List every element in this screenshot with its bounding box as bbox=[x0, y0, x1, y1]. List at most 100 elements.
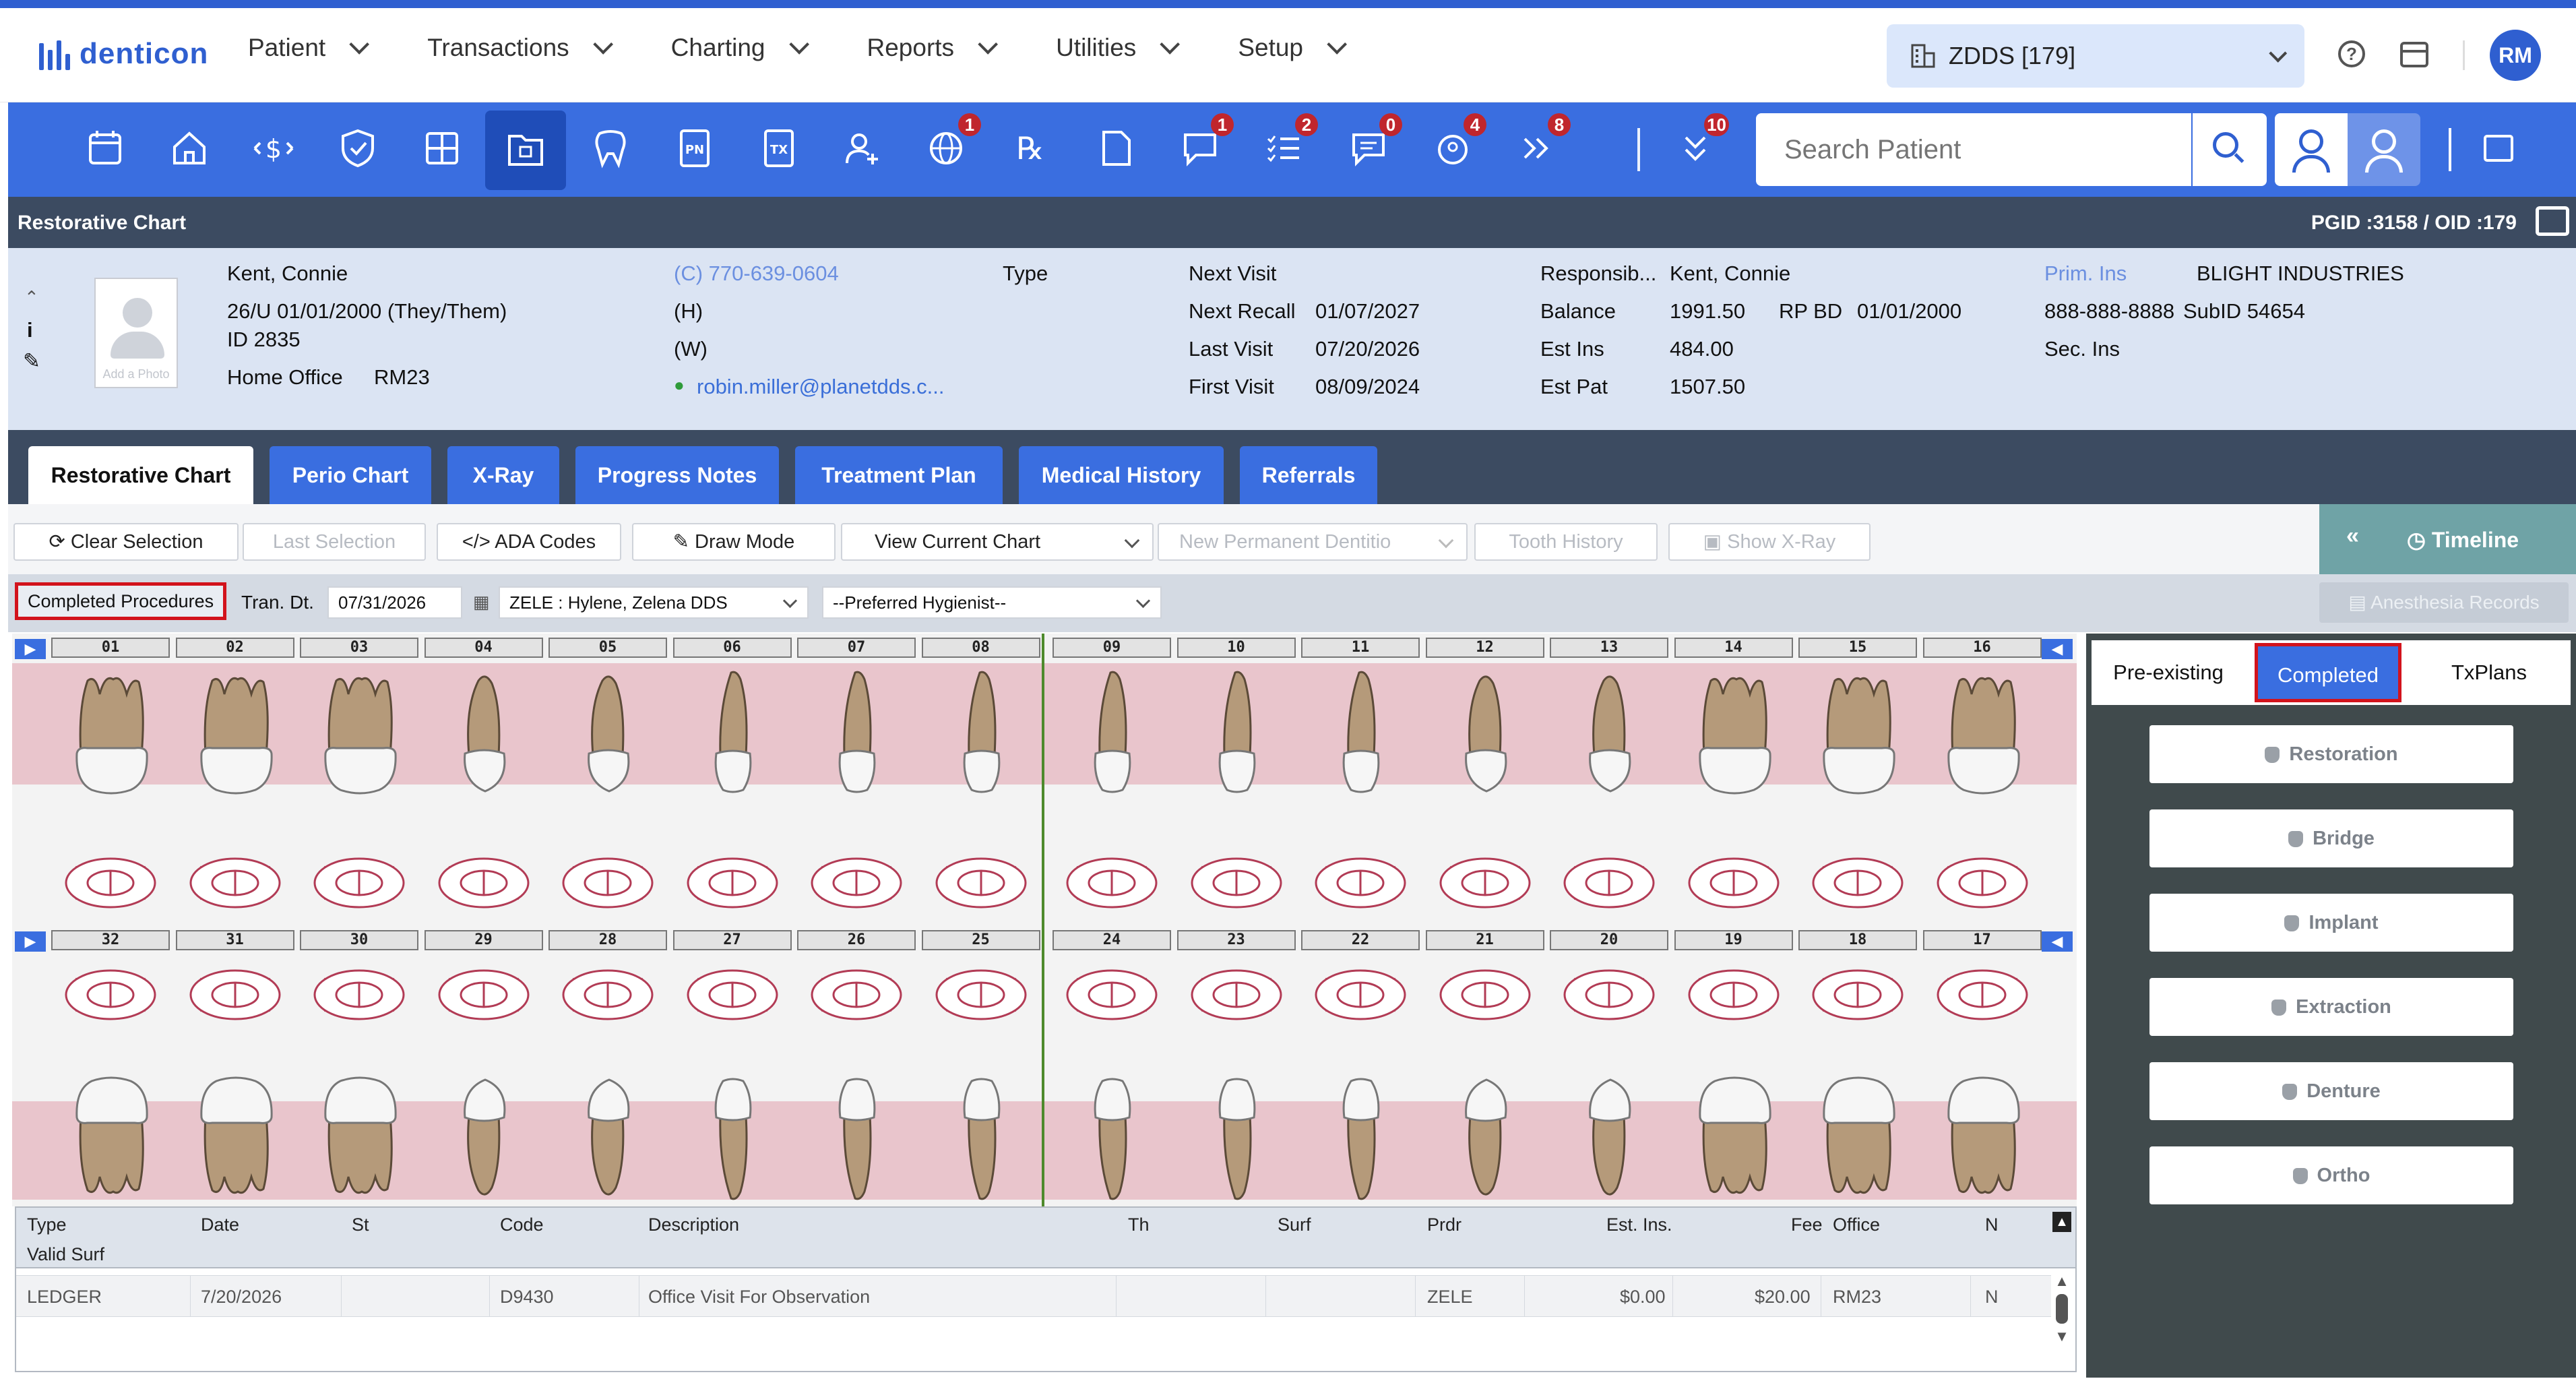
col-th[interactable]: Th bbox=[1128, 1215, 1150, 1235]
tooth-03[interactable] bbox=[309, 667, 410, 839]
last-selection-button[interactable]: Last Selection bbox=[243, 523, 426, 561]
tab-pre-existing[interactable]: Pre-existing bbox=[2092, 640, 2245, 705]
tooth-number-18[interactable]: 18 bbox=[1798, 930, 1917, 950]
occlusal-surface-21[interactable] bbox=[1438, 968, 1532, 1022]
tooth-11[interactable] bbox=[1311, 667, 1412, 839]
tooth-number-06[interactable]: 06 bbox=[672, 638, 792, 658]
occlusal-surface-15[interactable] bbox=[1811, 856, 1905, 910]
tooth-number-23[interactable]: 23 bbox=[1176, 930, 1296, 950]
tooth-number-26[interactable]: 26 bbox=[797, 930, 916, 950]
tooth-number-02[interactable]: 02 bbox=[175, 638, 294, 658]
menu-setup[interactable]: Setup bbox=[1238, 34, 1348, 62]
info-icon[interactable]: i bbox=[27, 318, 33, 342]
col-type[interactable]: Type bbox=[27, 1215, 67, 1235]
patient-folder-icon[interactable] bbox=[485, 111, 566, 190]
col-office[interactable]: Office bbox=[1833, 1215, 1880, 1235]
patient-email[interactable]: robin.miller@planetdds.c... bbox=[697, 375, 944, 399]
collapse-left-icon[interactable]: « bbox=[2346, 523, 2359, 549]
alerts-icon[interactable]: 4 bbox=[1428, 113, 1486, 173]
tooth-history-button[interactable]: Tooth History bbox=[1474, 523, 1658, 561]
tooth-number-14[interactable]: 14 bbox=[1674, 638, 1793, 658]
tooth-08[interactable] bbox=[931, 667, 1032, 839]
tooth-25[interactable] bbox=[931, 1035, 1032, 1207]
tooth-number-24[interactable]: 24 bbox=[1053, 930, 1171, 950]
show-xray-button[interactable]: ▣ Show X-Ray bbox=[1668, 523, 1871, 561]
tooth-09[interactable] bbox=[1062, 667, 1163, 839]
occlusal-surface-01[interactable] bbox=[63, 856, 158, 910]
search-patient-input[interactable] bbox=[1756, 113, 2201, 186]
ada-codes-button[interactable]: </> ADA Codes bbox=[437, 523, 621, 561]
tooth-20[interactable] bbox=[1559, 1035, 1660, 1207]
tooth-04[interactable] bbox=[434, 667, 535, 839]
menu-utilities[interactable]: Utilities bbox=[1056, 34, 1181, 62]
clear-selection-button[interactable]: ⟳ Clear Selection bbox=[13, 523, 239, 561]
occlusal-surface-24[interactable] bbox=[1065, 968, 1159, 1022]
patient-photo[interactable]: Add a Photo bbox=[94, 278, 178, 388]
tooth-number-27[interactable]: 27 bbox=[672, 930, 792, 950]
calendar-picker-icon[interactable]: ▦ bbox=[473, 592, 490, 613]
tooth-number-09[interactable]: 09 bbox=[1053, 638, 1171, 658]
tooth-12[interactable] bbox=[1435, 667, 1536, 839]
occlusal-surface-05[interactable] bbox=[561, 856, 655, 910]
calendar-icon[interactable] bbox=[81, 124, 129, 173]
dentition-select[interactable]: New Permanent Dentitio bbox=[1158, 523, 1468, 561]
tooth-10[interactable] bbox=[1187, 667, 1288, 839]
home-icon[interactable] bbox=[165, 124, 214, 173]
occlusal-surface-19[interactable] bbox=[1687, 968, 1781, 1022]
tooth-13[interactable] bbox=[1559, 667, 1660, 839]
occlusal-surface-07[interactable] bbox=[809, 856, 904, 910]
scroll-up-icon[interactable]: ▲ bbox=[2052, 1272, 2071, 1290]
tooth-number-08[interactable]: 08 bbox=[921, 638, 1040, 658]
tab-progress-notes[interactable]: Progress Notes bbox=[575, 446, 779, 504]
occlusal-surface-30[interactable] bbox=[312, 968, 406, 1022]
tooth-number-21[interactable]: 21 bbox=[1425, 930, 1544, 950]
search-button[interactable] bbox=[2191, 113, 2267, 186]
col-date[interactable]: Date bbox=[201, 1215, 239, 1235]
schedule-icon[interactable] bbox=[2484, 135, 2513, 162]
occlusal-surface-06[interactable] bbox=[685, 856, 780, 910]
col-surf[interactable]: Surf bbox=[1278, 1215, 1311, 1235]
phone-cell[interactable]: (C) 770-639-0604 bbox=[674, 262, 839, 286]
occlusal-surface-13[interactable] bbox=[1562, 856, 1656, 910]
tooth-27[interactable] bbox=[683, 1035, 784, 1207]
transactions-dollar-icon[interactable]: $ bbox=[249, 124, 298, 173]
tooth-30[interactable] bbox=[309, 1035, 410, 1207]
extraction-button[interactable]: Extraction bbox=[2149, 978, 2513, 1036]
occlusal-surface-20[interactable] bbox=[1562, 968, 1656, 1022]
hygienist-select[interactable]: --Preferred Hygienist-- bbox=[822, 586, 1162, 619]
occlusal-surface-26[interactable] bbox=[809, 968, 904, 1022]
tooth-number-15[interactable]: 15 bbox=[1798, 638, 1917, 658]
tooth-number-32[interactable]: 32 bbox=[51, 930, 170, 950]
tooth-02[interactable] bbox=[185, 667, 286, 839]
tooth-32[interactable] bbox=[61, 1035, 162, 1207]
paperclip-icon[interactable]: ✎ bbox=[23, 349, 40, 373]
anesthesia-records-button[interactable]: ▤ Anesthesia Records bbox=[2319, 582, 2569, 623]
occlusal-surface-29[interactable] bbox=[437, 968, 531, 1022]
tooth-number-28[interactable]: 28 bbox=[548, 930, 667, 950]
tooth-number-17[interactable]: 17 bbox=[1922, 930, 2042, 950]
occlusal-surface-04[interactable] bbox=[437, 856, 531, 910]
implant-button[interactable]: Implant bbox=[2149, 894, 2513, 952]
tooth-23[interactable] bbox=[1187, 1035, 1288, 1207]
occlusal-surface-02[interactable] bbox=[188, 856, 282, 910]
tooth-number-01[interactable]: 01 bbox=[51, 638, 170, 658]
scroll-down-icon[interactable]: ▼ bbox=[2052, 1328, 2071, 1345]
denture-button[interactable]: Denture bbox=[2149, 1062, 2513, 1120]
tooth-01[interactable] bbox=[61, 667, 162, 839]
tab-referrals[interactable]: Referrals bbox=[1240, 446, 1377, 504]
tooth-07[interactable] bbox=[807, 667, 908, 839]
double-chevron-down-icon[interactable]: 10 bbox=[1671, 113, 1729, 173]
occlusal-surface-08[interactable] bbox=[934, 856, 1028, 910]
table-row[interactable]: LEDGER 7/20/2026 D9430 Office Visit For … bbox=[16, 1275, 2051, 1317]
tooth-number-30[interactable]: 30 bbox=[300, 930, 418, 950]
occlusal-surface-23[interactable] bbox=[1189, 968, 1284, 1022]
tooth-number-22[interactable]: 22 bbox=[1301, 930, 1420, 950]
tooth-number-07[interactable]: 07 bbox=[797, 638, 916, 658]
scroll-top-icon[interactable]: ▲ bbox=[2052, 1212, 2071, 1232]
menu-reports[interactable]: Reports bbox=[867, 34, 999, 62]
occlusal-surface-27[interactable] bbox=[685, 968, 780, 1022]
tooth-number-16[interactable]: 16 bbox=[1922, 638, 2042, 658]
tooth-number-29[interactable]: 29 bbox=[424, 930, 543, 950]
tooth-22[interactable] bbox=[1311, 1035, 1412, 1207]
tooth-number-25[interactable]: 25 bbox=[921, 930, 1040, 950]
